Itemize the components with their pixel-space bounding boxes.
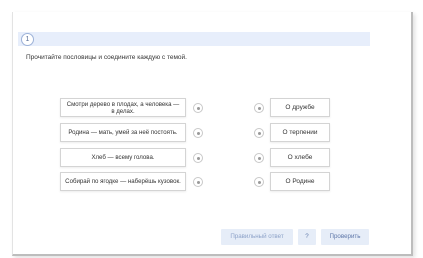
proverb-card-1[interactable]: Смотри дерево в плодах, а человека — в д… xyxy=(60,98,186,117)
theme-text-4: О Родине xyxy=(285,178,315,185)
proverb-card-3[interactable]: Хлеб — всему голова. xyxy=(60,148,186,167)
proverb-connector-1[interactable] xyxy=(193,103,203,113)
theme-card-3[interactable]: О хлебе xyxy=(270,148,330,167)
theme-card-4[interactable]: О Родине xyxy=(270,172,330,191)
proverb-connector-2[interactable] xyxy=(193,128,203,138)
question-header-bar: 1 xyxy=(18,32,370,46)
theme-connector-1[interactable] xyxy=(254,103,264,113)
proverb-text-4: Собирай по ягодке — наберёшь кузовок. xyxy=(65,178,181,185)
proverb-connector-3[interactable] xyxy=(193,153,203,163)
proverb-card-4[interactable]: Собирай по ягодке — наберёшь кузовок. xyxy=(60,172,186,191)
proverb-text-3: Хлеб — всему голова. xyxy=(91,154,155,161)
check-button[interactable]: Проверить xyxy=(321,229,369,245)
correct-answer-button[interactable]: Правильный ответ xyxy=(221,229,293,245)
theme-text-2: О терпении xyxy=(282,129,318,136)
theme-card-2[interactable]: О терпении xyxy=(270,123,330,142)
theme-connector-2[interactable] xyxy=(254,128,264,138)
theme-card-1[interactable]: О дружбе xyxy=(270,98,330,117)
theme-text-1: О дружбе xyxy=(285,104,315,111)
theme-text-3: О хлебе xyxy=(287,154,313,161)
help-button[interactable]: ? xyxy=(298,229,316,245)
theme-connector-3[interactable] xyxy=(254,153,264,163)
proverb-text-1: Смотри дерево в плодах, а человека — в д… xyxy=(66,100,180,115)
proverb-connector-4[interactable] xyxy=(193,177,203,187)
proverb-card-2[interactable]: Родина — мать, умей за неё постоять. xyxy=(60,123,186,142)
question-number-badge: 1 xyxy=(21,33,34,46)
theme-connector-4[interactable] xyxy=(254,177,264,187)
question-prompt: Прочитайте пословицы и соедините каждую … xyxy=(26,54,187,61)
proverb-text-2: Родина — мать, умей за неё постоять. xyxy=(68,129,178,136)
